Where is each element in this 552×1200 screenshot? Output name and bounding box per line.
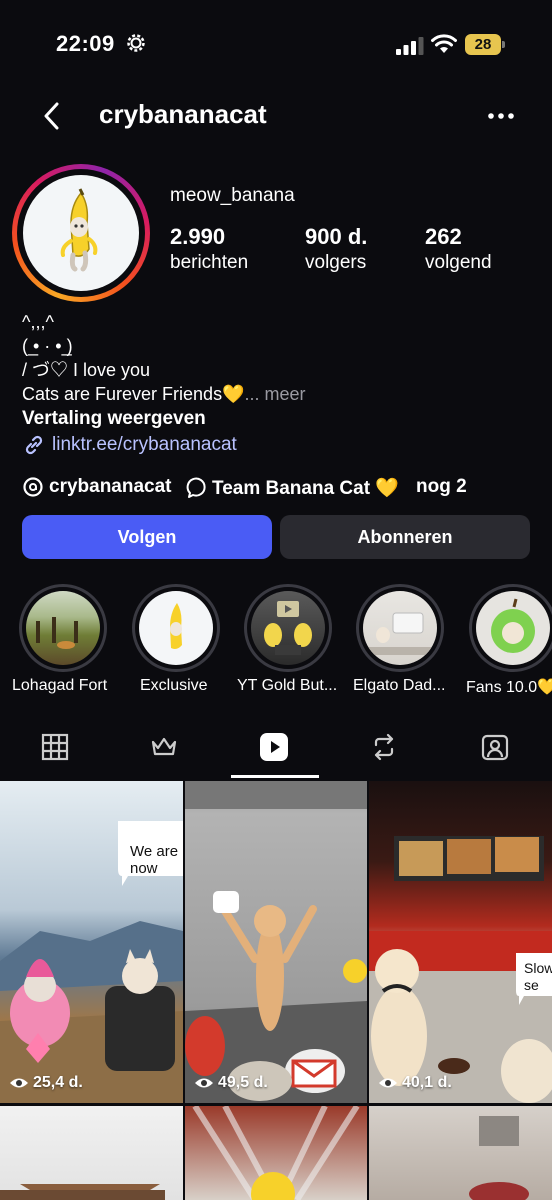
reel-views: 25,4 d.	[9, 1074, 83, 1092]
avatar[interactable]	[12, 164, 150, 302]
reel-caption-bubble: Slow se	[524, 960, 552, 993]
bio-line-3: / づ♡ I love you	[22, 360, 151, 380]
cellular-signal-icon	[396, 37, 424, 55]
reel-tile-6[interactable]	[369, 1106, 552, 1200]
highlight-label: YT Gold But...	[237, 677, 338, 694]
reel-tile-2[interactable]: 49,5 d.	[185, 781, 367, 1103]
reel-tile-3[interactable]: Slow se 40,1 d.	[369, 781, 552, 1103]
battery-level: 28	[465, 34, 501, 55]
reels-icon[interactable]	[259, 732, 289, 762]
reel-view-count: 40,1 d.	[402, 1074, 452, 1091]
battery-icon: 28	[465, 34, 505, 55]
banana-cat-avatar-image	[23, 175, 139, 291]
subscribe-button[interactable]: Abonneren	[280, 515, 530, 559]
reel-tile-1[interactable]: We are now 25,4 d.	[0, 781, 183, 1103]
following-label: volgend	[425, 252, 492, 273]
translate-link[interactable]: Vertaling weergeven	[22, 408, 206, 430]
threads-icon	[23, 477, 43, 497]
channel-label: Team Banana Cat 💛	[212, 478, 399, 499]
gear-icon	[127, 34, 145, 52]
grid-icon[interactable]	[40, 732, 70, 762]
back-arrow-icon[interactable]	[38, 98, 68, 134]
repost-icon[interactable]	[369, 732, 399, 762]
more-chips-link[interactable]: nog 2	[416, 476, 467, 498]
follow-button[interactable]: Volgen	[22, 515, 272, 559]
highlight-yt-gold-button[interactable]	[244, 584, 332, 672]
highlight-label: Lohagad Fort	[12, 677, 108, 694]
display-name: meow_banana	[170, 185, 295, 206]
reel-tile-4[interactable]	[0, 1106, 183, 1200]
followers-stat[interactable]: 900 d. volgers	[305, 224, 367, 274]
bio-line-4-text: Cats are Furever Friends💛	[22, 384, 245, 404]
highlight-fans[interactable]	[469, 584, 552, 672]
posts-count: 2.990	[170, 224, 226, 249]
reel-view-count: 49,5 d.	[218, 1074, 268, 1091]
reel-tile-5[interactable]	[185, 1106, 367, 1200]
crown-icon[interactable]	[149, 732, 179, 762]
broadcast-channel-chip[interactable]: Team Banana Cat 💛	[186, 476, 399, 500]
highlight-lohagad-fort[interactable]	[19, 584, 107, 672]
active-tab-indicator	[231, 775, 319, 778]
bio-line-2: ( ̲• · • ̲)	[22, 336, 73, 356]
status-time: 22:09	[56, 31, 115, 56]
tagged-icon[interactable]	[480, 732, 510, 762]
external-link[interactable]: linktr.ee/crybananacat	[22, 433, 237, 457]
bio-line-4: Cats are Furever Friends💛... meer	[22, 382, 306, 406]
highlight-label: Elgato Dad...	[353, 677, 446, 694]
reel-views: 40,1 d.	[378, 1074, 452, 1092]
highlight-label: Fans 10.0💛	[466, 679, 552, 696]
link-icon	[25, 435, 43, 455]
posts-stat[interactable]: 2.990 berichten	[170, 224, 248, 274]
bio-more-link[interactable]: ... meer	[244, 384, 305, 404]
following-count: 262	[425, 224, 462, 249]
following-stat[interactable]: 262 volgend	[425, 224, 492, 274]
more-options-icon[interactable]	[486, 102, 516, 130]
reel-caption-bubble: We are now	[130, 843, 179, 877]
reel-views: 49,5 d.	[194, 1074, 268, 1092]
external-link-text: linktr.ee/crybananacat	[52, 434, 237, 455]
highlight-label: Exclusive	[140, 677, 208, 694]
channel-icon	[186, 477, 206, 498]
eye-icon	[10, 1078, 28, 1088]
highlight-exclusive[interactable]	[132, 584, 220, 672]
eye-icon	[195, 1078, 213, 1088]
followers-label: volgers	[305, 252, 367, 273]
bio-line-1: ^,,,^	[22, 312, 54, 332]
reel-view-count: 25,4 d.	[33, 1074, 83, 1091]
wifi-icon	[431, 34, 457, 53]
posts-label: berichten	[170, 252, 249, 273]
threads-handle: crybananacat	[49, 476, 172, 497]
highlight-elgato-dad[interactable]	[356, 584, 444, 672]
eye-icon	[379, 1078, 397, 1088]
followers-count: 900 d.	[305, 224, 368, 249]
page-title-username: crybananacat	[99, 99, 267, 129]
threads-badge[interactable]: crybananacat	[22, 476, 172, 498]
